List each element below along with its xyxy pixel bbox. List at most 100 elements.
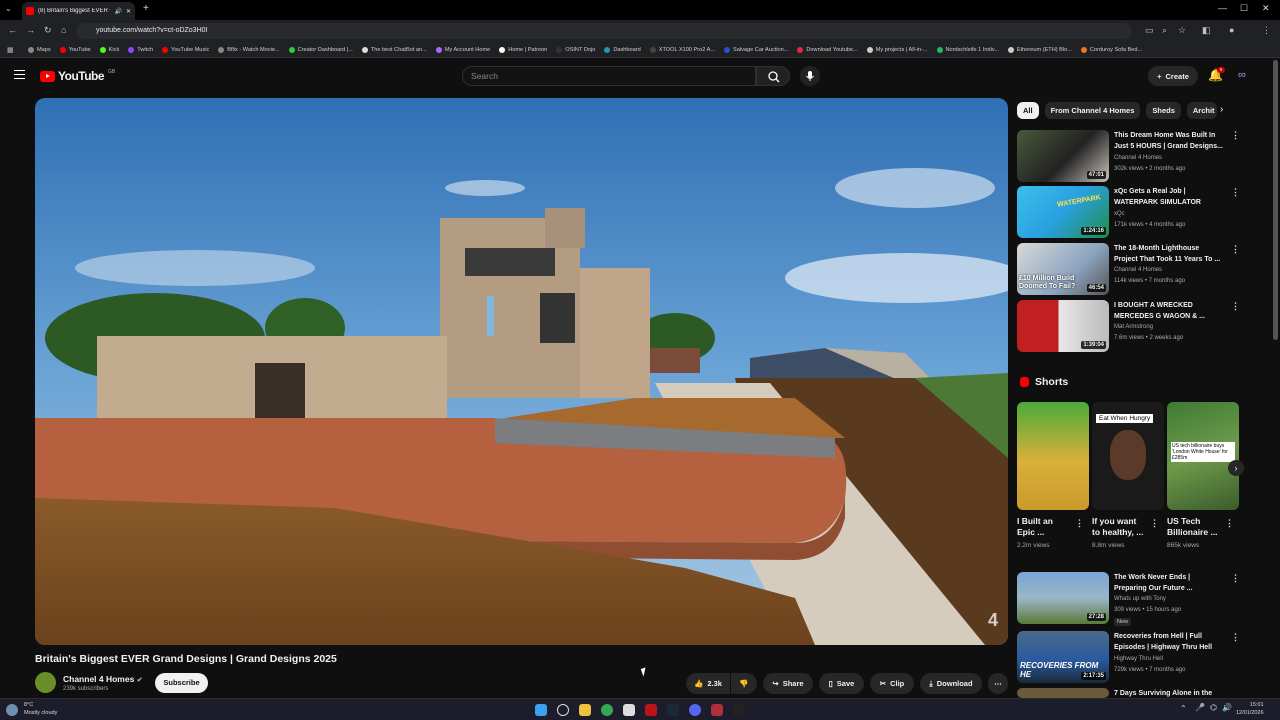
recommendation-title[interactable]: 7 Days Surviving Alone in the [1114, 688, 1229, 698]
tab-search-icon[interactable]: ⌄ [5, 4, 12, 13]
page-scrollbar[interactable] [1273, 60, 1278, 340]
forward-icon[interactable]: → [26, 25, 35, 35]
terminal-icon[interactable] [733, 704, 745, 716]
bookmark-patreon[interactable]: Home | Patreon [499, 46, 547, 53]
bookmark-osint-dojo[interactable]: OSINT Dojo [556, 46, 595, 53]
channel-avatar[interactable] [35, 672, 56, 693]
dislike-button[interactable]: 👎 [731, 673, 757, 694]
more-vert-icon[interactable]: ⋮ [1231, 573, 1240, 584]
hamburger-menu-icon[interactable] [14, 70, 25, 79]
recommendation-title[interactable]: I BOUGHT A WRECKED MERCEDES G WAGON & ... [1114, 300, 1229, 322]
short-title[interactable]: If you want to healthy, ... [1092, 516, 1150, 538]
zoom-icon[interactable]: ⌕ [1162, 25, 1167, 36]
bookmark-nordschleife[interactable]: Nordschleife 1 Indiv... [936, 46, 999, 53]
more-actions-button[interactable]: ⋯ [988, 673, 1008, 694]
recommendation-channel[interactable]: Mat Armstrong [1114, 324, 1153, 330]
short-thumbnail[interactable]: US tech billionaire buys 'London White H… [1167, 402, 1239, 510]
bookmark-kick[interactable]: Kick [99, 46, 119, 53]
bookmark-maps[interactable]: Maps [28, 46, 51, 53]
apps-grid-icon[interactable]: ▦ [7, 46, 14, 54]
more-vert-icon[interactable]: ⋮ [1231, 632, 1240, 643]
recommendation-thumbnail[interactable]: 47:01 [1017, 130, 1109, 182]
bookmark-twitch[interactable]: Twitch [128, 46, 153, 53]
chrome-menu-icon[interactable]: ⋮ [1262, 25, 1271, 36]
recommendation-channel[interactable]: Highway Thru Hell [1114, 656, 1163, 662]
new-tab-button[interactable]: + [143, 3, 149, 14]
more-vert-icon[interactable]: ⋮ [1231, 301, 1240, 312]
tray-chevron-icon[interactable]: ⌃ [1180, 704, 1187, 713]
tray-volume-icon[interactable]: 🔊 [1222, 703, 1232, 712]
recommendation-thumbnail[interactable]: £10 Million Build Doomed To Fail? 46:54 [1017, 243, 1109, 295]
chip-all[interactable]: All [1017, 102, 1039, 119]
minimize-button[interactable]: — [1218, 3, 1227, 13]
recommendation-channel[interactable]: Channel 4 Homes [1114, 155, 1162, 161]
recommendation-title[interactable]: The 18-Month Lighthouse Project That Took… [1114, 243, 1229, 265]
bookmark-my-account[interactable]: My Account Home [435, 46, 490, 53]
like-button[interactable]: 👍 2.3k [686, 673, 730, 694]
account-avatar-icon[interactable]: ∞ [1238, 69, 1246, 81]
bookmark-youtube-music[interactable]: YouTube Music [162, 46, 209, 53]
bookmark-ethereum[interactable]: Ethereum (ETH) Blo... [1007, 46, 1072, 53]
taskbar-search-icon[interactable] [557, 704, 569, 716]
app-red-icon[interactable] [645, 704, 657, 716]
recommendation-thumbnail[interactable]: 27:28 [1017, 572, 1109, 624]
recommendation-title[interactable]: Recoveries from Hell | Full Episodes | Hi… [1114, 631, 1229, 653]
more-vert-icon[interactable]: ⋮ [1225, 518, 1234, 529]
recommendation-title[interactable]: The Work Never Ends | Preparing Our Futur… [1114, 572, 1229, 594]
shorts-next-chevron-icon[interactable]: › [1228, 460, 1244, 476]
short-title[interactable]: I Built an Epic ... [1017, 516, 1075, 538]
home-icon[interactable]: ⌂ [61, 25, 66, 35]
youtube-logo[interactable]: YouTube GB [40, 69, 115, 83]
weather-widget[interactable]: 8°C Mostly cloudy [24, 701, 57, 717]
chip-architecture[interactable]: Archit [1186, 102, 1217, 119]
profile-icon[interactable]: ● [1229, 25, 1234, 35]
download-button[interactable]: ⤓ Download [920, 673, 982, 694]
more-vert-icon[interactable]: ⋮ [1150, 518, 1159, 529]
more-vert-icon[interactable]: ⋮ [1231, 244, 1240, 255]
discord-icon[interactable] [689, 704, 701, 716]
url-field[interactable]: youtube.com/watch?v=ct-oDZo3H0I [76, 23, 1132, 39]
save-button[interactable]: ▯ Save [819, 673, 864, 694]
create-button[interactable]: + Create [1148, 66, 1198, 86]
voice-search-button[interactable] [800, 66, 820, 86]
recommendation-channel[interactable]: Whats up with Tony [1114, 596, 1166, 602]
chip-from-channel[interactable]: From Channel 4 Homes [1044, 102, 1141, 119]
chips-next-chevron-icon[interactable]: › [1220, 104, 1223, 115]
chrome-icon[interactable] [601, 704, 613, 716]
short-title[interactable]: US Tech Billionaire ... [1167, 516, 1225, 538]
clip-button[interactable]: ✂ Clip [870, 673, 914, 694]
speaker-icon[interactable]: 🔊 [114, 8, 121, 15]
recommendation-thumbnail[interactable]: RECOVERIES FROM HE 2:17:35 [1017, 631, 1109, 683]
recommendation-title[interactable]: This Dream Home Was Built In Just 5 HOURS… [1114, 130, 1229, 152]
maximize-button[interactable]: ☐ [1240, 3, 1248, 14]
steam-icon[interactable] [667, 704, 679, 716]
system-clock[interactable]: 15:01 12/01/2026 [1236, 701, 1264, 717]
file-explorer-icon[interactable] [579, 704, 591, 716]
close-window-button[interactable]: ✕ [1262, 3, 1270, 14]
tab-close-icon[interactable]: ✕ [126, 8, 131, 15]
extensions-icon[interactable]: ◧ [1202, 25, 1211, 36]
app-icon[interactable] [711, 704, 723, 716]
recommendation-title[interactable]: xQc Gets a Real Job | WATERPARK SIMULATOR [1114, 186, 1229, 208]
bookmark-bflix[interactable]: Bflix - Watch Movie... [218, 46, 280, 53]
more-vert-icon[interactable]: ⋮ [1231, 130, 1240, 141]
recommendation-thumbnail[interactable] [1017, 688, 1109, 698]
bookmark-dashboard[interactable]: Dashboard [604, 46, 641, 53]
store-icon[interactable] [623, 704, 635, 716]
weather-cloud-icon[interactable] [6, 704, 18, 716]
video-player[interactable]: 4 [35, 98, 1008, 645]
bookmark-salvage[interactable]: Salvage Car Auction... [724, 46, 788, 53]
bookmark-download-youtube[interactable]: Download Youtube... [797, 46, 858, 53]
bookmark-sofa-bed[interactable]: Corduroy Sofa Bed... [1080, 46, 1142, 53]
more-vert-icon[interactable]: ⋮ [1075, 518, 1084, 529]
bookmark-star-icon[interactable]: ☆ [1178, 25, 1186, 36]
short-thumbnail[interactable] [1017, 402, 1089, 510]
chip-sheds[interactable]: Sheds [1146, 102, 1181, 119]
recommendation-channel[interactable]: Channel 4 Homes [1114, 267, 1162, 273]
bookmark-xtool[interactable]: XTOOL X100 Pro2 A... [649, 46, 715, 53]
bookmark-chatbot[interactable]: The best ChatBot an... [361, 46, 427, 53]
share-button[interactable]: ↪ Share [763, 673, 813, 694]
tray-network-icon[interactable]: ⌬ [1210, 703, 1217, 712]
search-input[interactable]: Search [462, 66, 756, 86]
recommendation-channel[interactable]: xQc [1114, 211, 1125, 217]
